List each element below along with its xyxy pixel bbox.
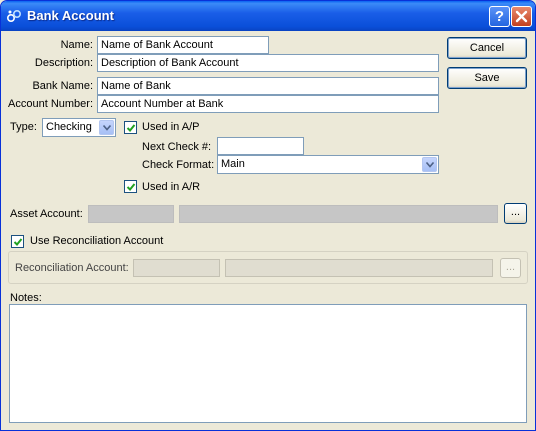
bank-name-input[interactable]: Name of Bank bbox=[97, 77, 439, 95]
type-select-dropdown[interactable] bbox=[99, 120, 114, 135]
used-in-ar-label: Used in A/R bbox=[142, 181, 201, 193]
browse-ellipsis-icon: ... bbox=[505, 261, 516, 273]
save-button[interactable]: Save bbox=[447, 67, 527, 89]
title-bar[interactable]: Bank Account ? bbox=[1, 1, 535, 31]
type-label: Type: bbox=[10, 121, 37, 133]
asset-account-description-input[interactable] bbox=[179, 205, 498, 223]
close-icon bbox=[515, 10, 528, 23]
bank-name-label: Bank Name: bbox=[32, 80, 93, 92]
reconciliation-account-browse-button[interactable]: ... bbox=[500, 258, 521, 278]
reconciliation-account-label: Reconciliation Account: bbox=[15, 262, 129, 274]
app-link-icon bbox=[6, 8, 22, 24]
save-button-label: Save bbox=[474, 72, 500, 84]
type-select-value: Checking bbox=[46, 121, 92, 133]
asset-account-label: Asset Account: bbox=[10, 208, 83, 220]
asset-account-browse-button[interactable]: ... bbox=[504, 203, 527, 224]
chevron-down-icon bbox=[426, 162, 434, 168]
used-in-ap-checkbox[interactable] bbox=[124, 121, 137, 134]
name-label: Name: bbox=[60, 39, 93, 51]
window-title: Bank Account bbox=[27, 8, 114, 23]
help-button[interactable]: ? bbox=[489, 6, 510, 27]
description-label: Description: bbox=[34, 57, 93, 69]
cancel-button-label: Cancel bbox=[469, 42, 505, 54]
checkmark-icon bbox=[126, 124, 136, 132]
type-select[interactable]: Checking bbox=[42, 118, 116, 137]
check-format-value: Main bbox=[221, 158, 245, 170]
chevron-down-icon bbox=[103, 125, 111, 131]
description-input[interactable]: Description of Bank Account bbox=[97, 54, 439, 72]
notes-textarea[interactable] bbox=[9, 304, 527, 423]
used-in-ar-checkbox[interactable] bbox=[124, 180, 137, 193]
next-check-label: Next Check #: bbox=[142, 141, 212, 153]
check-format-label: Check Format: bbox=[142, 159, 215, 171]
close-button[interactable] bbox=[511, 6, 532, 27]
checkmark-icon bbox=[13, 238, 23, 246]
check-format-select[interactable]: Main bbox=[217, 155, 439, 174]
bank-account-window: Bank Account ? Name: Name of Bank Accoun… bbox=[0, 0, 536, 431]
account-number-input[interactable]: Account Number at Bank bbox=[97, 95, 439, 113]
notes-label: Notes: bbox=[10, 292, 42, 304]
cancel-button[interactable]: Cancel bbox=[447, 37, 527, 59]
reconciliation-account-description-input[interactable] bbox=[225, 259, 493, 277]
asset-account-number-input[interactable] bbox=[88, 205, 174, 223]
use-reconciliation-checkbox[interactable] bbox=[11, 235, 24, 248]
name-input[interactable]: Name of Bank Account bbox=[97, 36, 269, 54]
use-reconciliation-label: Use Reconciliation Account bbox=[30, 235, 164, 247]
check-format-dropdown[interactable] bbox=[422, 157, 437, 172]
next-check-input[interactable] bbox=[217, 137, 304, 155]
browse-ellipsis-icon: ... bbox=[510, 206, 521, 218]
help-icon: ? bbox=[494, 8, 505, 25]
account-number-label: Account Number: bbox=[8, 98, 93, 110]
used-in-ap-label: Used in A/P bbox=[142, 121, 200, 133]
checkmark-icon bbox=[126, 183, 136, 191]
reconciliation-account-number-input[interactable] bbox=[133, 259, 220, 277]
